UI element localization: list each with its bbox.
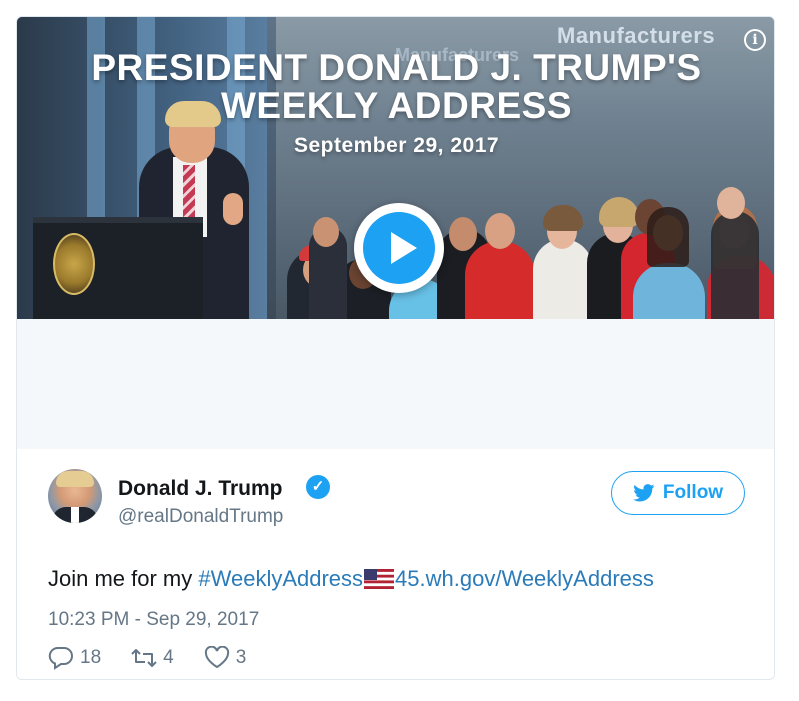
tweet-body: Donald J. Trump ✓ @realDonaldTrump Follo…	[17, 449, 774, 679]
audience-person	[533, 239, 593, 319]
speaker-hand	[223, 193, 243, 225]
presidential-seal	[53, 233, 95, 295]
tweet-embed-card: Manufacturers Manufacturers PRESIDENT DO…	[16, 16, 775, 680]
play-button[interactable]	[354, 203, 444, 293]
avatar[interactable]	[48, 469, 102, 523]
retweet-button[interactable]: 4	[131, 646, 174, 670]
tweet-text-prefix: Join me for my	[48, 566, 199, 591]
hashtag-link[interactable]: #WeeklyAddress	[198, 566, 363, 591]
tweet-timestamp[interactable]: 10:23 PM - Sep 29, 2017	[48, 609, 259, 631]
headline-date: September 29, 2017	[293, 134, 500, 157]
headline-line-2: WEEKLY ADDRESS	[220, 85, 573, 126]
us-flag-icon	[364, 569, 395, 589]
audience-person	[465, 241, 535, 319]
reply-count: 18	[80, 647, 102, 668]
like-count: 3	[235, 647, 247, 668]
like-button[interactable]: 3	[204, 646, 247, 670]
audience-face	[717, 187, 745, 219]
play-icon	[363, 212, 435, 284]
follow-button[interactable]: Follow	[611, 471, 745, 515]
audience-person	[633, 263, 705, 319]
video-headline: PRESIDENT DONALD J. TRUMP'S WEEKLY ADDRE…	[17, 47, 774, 159]
audience-face	[449, 217, 477, 251]
follow-label: Follow	[662, 482, 724, 503]
twitter-bird-icon	[633, 484, 655, 502]
audience-face	[313, 217, 339, 247]
info-icon[interactable]: i	[744, 29, 766, 51]
background-logo: Manufacturers	[557, 23, 716, 48]
tweet-text: Join me for my #WeeklyAddress 45.wh.gov/…	[48, 566, 654, 592]
audience-face	[485, 213, 515, 249]
url-link[interactable]: 45.wh.gov/WeeklyAddress	[395, 566, 654, 591]
tweet-actions: 18 4 3	[48, 646, 276, 670]
retweet-icon	[131, 649, 157, 667]
audience-person	[711, 211, 759, 319]
author-handle[interactable]: @realDonaldTrump	[118, 506, 283, 528]
author-name[interactable]: Donald J. Trump	[118, 477, 283, 501]
heart-icon	[204, 646, 229, 669]
verified-badge-icon: ✓	[306, 475, 330, 499]
video-thumbnail[interactable]: Manufacturers Manufacturers PRESIDENT DO…	[17, 17, 774, 319]
retweet-count: 4	[163, 647, 174, 668]
headline-line-1: PRESIDENT DONALD J. TRUMP'S	[91, 47, 702, 88]
reply-icon	[48, 646, 73, 670]
reply-button[interactable]: 18	[48, 646, 101, 670]
audience-hair	[647, 207, 689, 267]
media-padding-area	[17, 319, 774, 449]
